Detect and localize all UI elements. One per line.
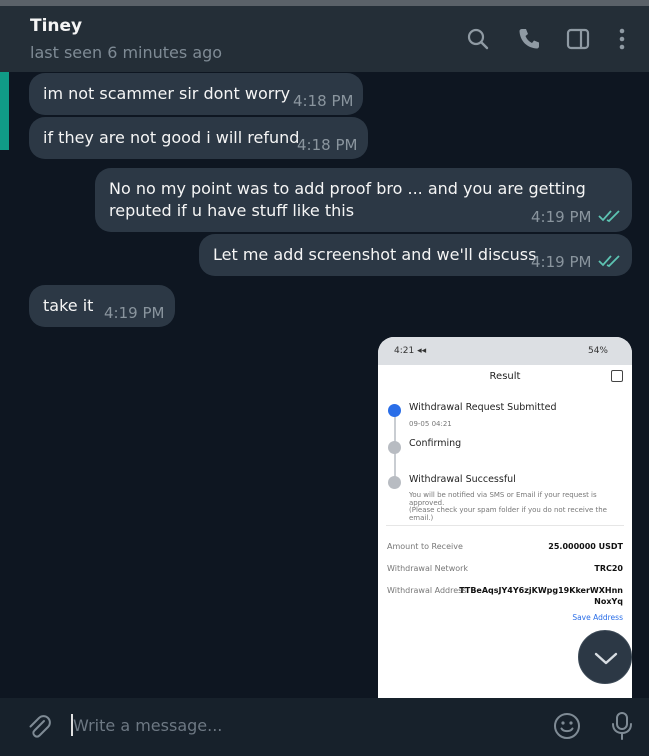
chevron-down-icon xyxy=(594,652,618,665)
screenshot-status-time: 4:21 ◂◂ xyxy=(394,346,427,356)
read-checkmarks-icon xyxy=(598,210,620,223)
step-label: Withdrawal Request Submitted xyxy=(409,402,557,413)
microphone-icon[interactable] xyxy=(609,711,635,741)
step-pending-icon xyxy=(388,441,401,454)
message-composer: Write a message... xyxy=(0,698,649,756)
step-label: Confirming xyxy=(409,438,462,449)
contact-name[interactable]: Tiney xyxy=(30,16,82,36)
message-text: im not scammer sir dont worry xyxy=(43,84,291,103)
emoji-icon[interactable] xyxy=(553,712,581,740)
message-time: 4:19 PM xyxy=(531,208,592,226)
phone-icon[interactable] xyxy=(516,26,542,52)
message-bubble[interactable]: Let me add screenshot and we'll discuss … xyxy=(199,234,632,276)
message-time: 4:19 PM xyxy=(104,304,165,322)
scroll-down-button[interactable] xyxy=(578,630,632,684)
receipt-icon xyxy=(611,370,623,382)
message-bubble[interactable]: if they are not good i will refund 4:18 … xyxy=(29,117,368,159)
search-icon[interactable] xyxy=(465,26,491,52)
message-bubble[interactable]: take it 4:19 PM xyxy=(29,285,175,327)
message-time: 4:19 PM xyxy=(531,253,592,271)
message-text: take it xyxy=(43,296,94,315)
attach-icon[interactable] xyxy=(25,713,53,741)
divider xyxy=(386,525,624,526)
message-input[interactable]: Write a message... xyxy=(73,716,222,735)
message-text-line-1: No no my point was to add proof bro ... … xyxy=(109,179,586,198)
row-label: Withdrawal Network xyxy=(387,564,469,573)
step-done-icon xyxy=(388,404,401,417)
chat-header: Tiney last seen 6 minutes ago xyxy=(0,6,649,72)
sidebar-toggle-icon[interactable] xyxy=(565,26,591,52)
row-label: Amount to Receive xyxy=(387,542,463,551)
step-sub: You will be notified via SMS or Email if… xyxy=(409,491,597,507)
message-time: 4:18 PM xyxy=(297,136,358,154)
step-sub: 09-05 04:21 xyxy=(409,420,452,428)
screenshot-status-bar: 4:21 ◂◂ 54% xyxy=(378,337,632,365)
step-label: Withdrawal Successful xyxy=(409,474,516,485)
message-bubble[interactable]: im not scammer sir dont worry 4:18 PM xyxy=(29,73,363,115)
contact-status: last seen 6 minutes ago xyxy=(30,43,223,62)
row-value: TTBeAqsJY4Y6zjKWpg19KkerWXHnn xyxy=(459,586,623,595)
row-value: TRC20 xyxy=(594,564,623,573)
read-checkmarks-icon xyxy=(598,255,620,268)
row-value: 25.000000 USDT xyxy=(548,542,623,551)
scroll-accent xyxy=(0,72,9,150)
message-text: if they are not good i will refund xyxy=(43,128,300,147)
step-pending-icon xyxy=(388,476,401,489)
save-address-link: Save Address xyxy=(572,613,623,622)
message-text: Let me add screenshot and we'll discuss xyxy=(213,245,537,264)
screenshot-battery: 54% xyxy=(587,346,608,356)
step-sub-2: (Please check your spam folder if you do… xyxy=(409,506,607,522)
row-value-2: NoxYq xyxy=(594,597,623,606)
message-list[interactable]: im not scammer sir dont worry 4:18 PM if… xyxy=(9,72,649,698)
left-edge-bar xyxy=(0,72,9,698)
row-label: Withdrawal Address xyxy=(387,586,467,595)
message-time: 4:18 PM xyxy=(293,92,354,110)
message-text-line-2: reputed if u have stuff like this xyxy=(109,201,355,220)
screenshot-title: Result xyxy=(489,371,521,382)
message-bubble[interactable]: No no my point was to add proof bro ... … xyxy=(95,168,632,232)
more-options-icon[interactable] xyxy=(609,26,635,52)
